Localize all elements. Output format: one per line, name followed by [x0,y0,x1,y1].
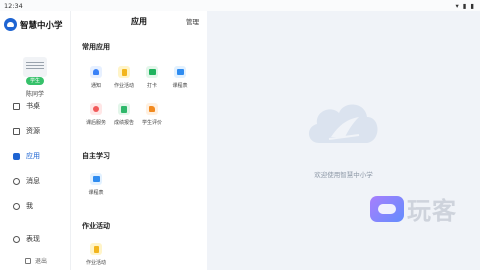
logout-label: 退出 [35,258,48,265]
status-time: 12:34 [4,2,23,10]
nav-item-resources[interactable]: 资源 [13,125,40,137]
watermark-text: 玩客 [407,197,457,225]
app-check-in[interactable]: 打卡 [139,66,165,89]
app-homework[interactable]: 作业活动 [111,66,137,89]
homework-icon [90,243,102,255]
manage-button[interactable]: 管理 [186,16,199,26]
app-grade-report[interactable]: 成绩报告 [111,103,137,126]
app-label: 成绩报告 [113,120,134,126]
nav-item-desk[interactable]: 书桌 [13,100,40,112]
homework-icon [118,66,130,78]
nav-item-label: 书桌 [26,102,40,110]
section-title: 作业活动 [82,222,110,230]
app-label: 通知 [90,83,101,89]
timetable-icon [174,66,186,78]
nav-item-label: 我 [26,202,33,210]
nav-item-label: 消息 [26,177,40,185]
app-after-school-service[interactable]: 课后服务 [83,103,109,126]
nav-item-label: 资源 [26,127,40,135]
section-title: 常用应用 [82,43,110,51]
watermark: 玩客 [370,191,457,226]
report-icon [118,103,130,115]
cloud-book-icon [308,104,378,143]
app-homework[interactable]: 作业活动 [83,243,109,266]
nav-item-label: 表现 [26,235,40,243]
nav-item-apps[interactable]: 应用 [13,150,40,162]
brand-name: 智慧中小学 [20,20,63,31]
apps-icon [13,152,20,160]
check-in-icon [146,66,158,78]
profile-icon [13,202,20,210]
resources-icon [13,127,20,135]
section-title: 自主学习 [82,152,110,160]
avatar[interactable] [23,57,47,77]
status-bar: 12:34 ▾ ▮ ▮ [0,0,480,11]
app-label: 学生评价 [141,120,162,126]
thumbs-up-icon [146,103,158,115]
gamepad-icon [370,195,404,222]
left-navigation: 智慧中小学 学生 陈同学 书桌 资源 应用 消息 我 表现 退出 [0,11,71,270]
logout-button[interactable]: 退出 [25,256,47,265]
nav-item-performance[interactable]: 表现 [13,233,40,245]
nav-item-messages[interactable]: 消息 [13,175,40,187]
content-pane: 欢迎使用智慧中小学 玩客 [207,11,480,270]
brand: 智慧中小学 [4,18,63,31]
heart-service-icon [90,103,102,115]
app-label: 课程表 [172,83,188,89]
app-label: 课后服务 [85,120,106,126]
system-status-icons: ▾ ▮ ▮ [455,2,475,10]
app-student-evaluation[interactable]: 学生评价 [139,103,165,126]
nav-item-label: 应用 [26,152,40,160]
welcome-message: 欢迎使用智慧中小学 [314,171,373,179]
bell-icon [90,66,102,78]
username[interactable]: 陈同学 [0,89,70,98]
app-label: 作业活动 [113,83,134,89]
app-timetable[interactable]: 课程表 [167,66,193,89]
performance-icon [13,235,20,243]
role-badge: 学生 [26,77,44,85]
timetable-icon [90,173,102,185]
app-label: 课程表 [88,190,104,196]
app-label: 作业活动 [85,260,106,266]
app-notification[interactable]: 通知 [83,66,109,89]
messages-icon [13,177,20,185]
app-timetable[interactable]: 课程表 [83,173,109,196]
logout-icon [25,257,31,264]
apps-panel: 应用 管理 常用应用 通知 作业活动 打卡 课程表 课后服务 成绩报告 学生评价… [71,11,207,270]
brand-logo-icon [4,18,17,31]
app-label: 打卡 [146,83,157,89]
nav-item-me[interactable]: 我 [13,200,33,212]
desk-icon [13,102,20,110]
